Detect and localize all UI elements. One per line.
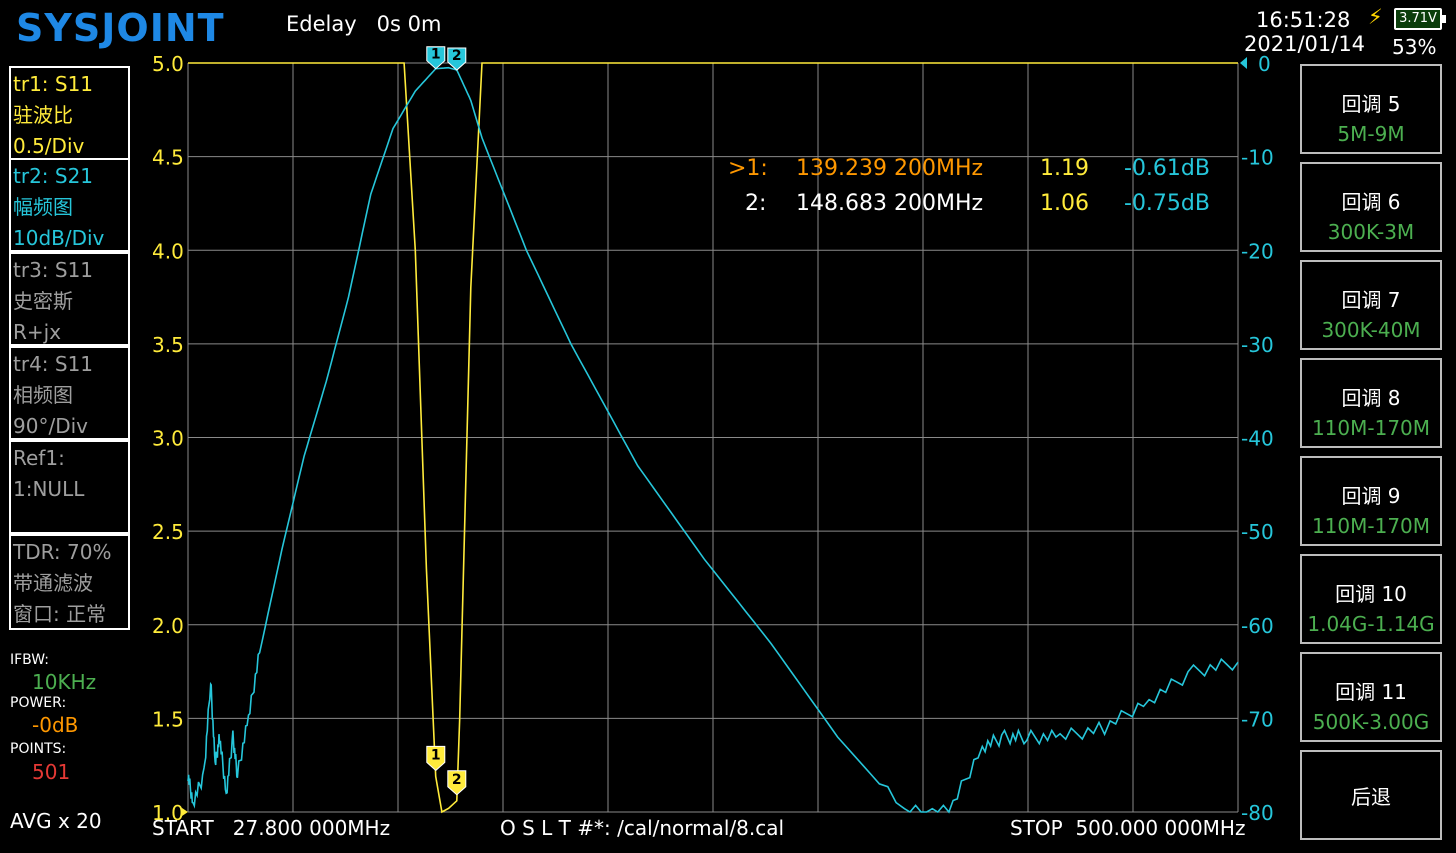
right-tick-label: 0 — [1258, 52, 1271, 76]
start-label: START — [152, 816, 214, 840]
marker-1-id: >1: — [728, 156, 768, 181]
right-tick-label: -80 — [1241, 801, 1274, 825]
right-axis-ticks: 0 -10 -20 -30 -40 -50 -60 -70 -80 — [1240, 52, 1274, 825]
marker-label: 1 — [431, 47, 441, 63]
recall-button-7[interactable]: 回调 11 500K-3.00G — [1300, 652, 1442, 742]
marker-1-swr: 1.19 — [1040, 156, 1089, 181]
button-range: 5M-9M — [1337, 122, 1405, 146]
left-tick-label: 2.0 — [152, 614, 184, 638]
left-tick-label: 4.0 — [152, 239, 184, 263]
battery-icon: 3.71V — [1394, 8, 1446, 30]
recall-button-3[interactable]: 回调 7 300K-40M — [1300, 260, 1442, 350]
recall-button-5[interactable]: 回调 9 110M-170M — [1300, 456, 1442, 546]
button-range: 300K-3M — [1327, 220, 1415, 244]
button-title: 回调 7 — [1341, 288, 1401, 312]
button-title: 回调 10 — [1335, 582, 1407, 606]
left-axis-ticks: 5.04.54.03.53.02.52.01.51.0 — [152, 52, 188, 825]
left-tick-label: 3.5 — [152, 333, 184, 357]
right-tick-label: -50 — [1241, 520, 1274, 544]
calibration-file[interactable]: O S L T #*: /cal/normal/8.cal — [500, 816, 784, 840]
marker-1-db: -0.61dB — [1124, 156, 1210, 181]
recall-button-1[interactable]: 回调 5 5M-9M — [1300, 64, 1442, 154]
reference-arrow-icon — [1240, 57, 1247, 69]
left-tick-label: 3.0 — [152, 427, 184, 451]
marker-2-freq: 148.683 200MHz — [796, 191, 984, 216]
lightning-bolt-icon: ⚡ — [1368, 5, 1383, 29]
marker-label: 2 — [452, 772, 462, 788]
stop-label: STOP — [1010, 816, 1063, 840]
marker-1-freq: 139.239 200MHz — [796, 156, 984, 181]
button-range: 110M-170M — [1311, 416, 1431, 440]
recall-button-2[interactable]: 回调 6 300K-3M — [1300, 162, 1442, 252]
button-title: 后退 — [1351, 785, 1391, 809]
right-tick-label: -10 — [1241, 146, 1274, 170]
stop-value: 500.000 000MHz — [1075, 816, 1246, 840]
button-title: 回调 6 — [1341, 190, 1401, 214]
button-range: 1.04G-1.14G — [1307, 612, 1435, 636]
stop-frequency[interactable]: STOP 500.000 000MHz — [1010, 816, 1245, 840]
marker-2-bottom: 2 — [447, 770, 467, 796]
left-tick-label: 5.0 — [152, 52, 184, 76]
start-value: 27.800 000MHz — [232, 816, 391, 840]
right-tick-label: -60 — [1241, 614, 1274, 638]
button-range: 500K-3.00G — [1312, 710, 1430, 734]
marker-2-swr: 1.06 — [1040, 191, 1089, 216]
right-tick-label: -70 — [1241, 707, 1274, 731]
marker-2-top: 2 — [447, 47, 467, 71]
button-title: 回调 5 — [1341, 92, 1401, 116]
recall-button-8[interactable]: 后退 — [1300, 750, 1442, 840]
right-tick-label: -20 — [1241, 239, 1274, 263]
marker-2-id: 2: — [745, 191, 767, 216]
reference-arrow-left-icon — [182, 808, 188, 816]
button-range: 110M-170M — [1311, 514, 1431, 538]
left-tick-label: 1.5 — [152, 707, 184, 731]
left-tick-label: 4.5 — [152, 146, 184, 170]
recall-button-6[interactable]: 回调 10 1.04G-1.14G — [1300, 554, 1442, 644]
recall-button-4[interactable]: 回调 8 110M-170M — [1300, 358, 1442, 448]
right-tick-label: -40 — [1241, 427, 1274, 451]
button-title: 回调 11 — [1335, 680, 1407, 704]
marker-2-db: -0.75dB — [1124, 191, 1210, 216]
start-frequency[interactable]: START 27.800 000MHz — [152, 816, 390, 840]
marker-1-top: 1 — [426, 46, 446, 70]
measurement-chart[interactable]: 5.04.54.03.53.02.52.01.51.0 0-10-20-30-4… — [0, 0, 1300, 853]
button-title: 回调 9 — [1341, 484, 1401, 508]
battery-percent: 53% — [1392, 35, 1437, 59]
marker-1-bottom: 1 — [426, 745, 446, 772]
marker-label: 1 — [431, 747, 441, 763]
button-title: 回调 8 — [1341, 386, 1401, 410]
button-range: 300K-40M — [1321, 318, 1421, 342]
marker-label: 2 — [452, 48, 462, 64]
left-tick-label: 2.5 — [152, 520, 184, 544]
right-tick-label: -30 — [1241, 333, 1274, 357]
